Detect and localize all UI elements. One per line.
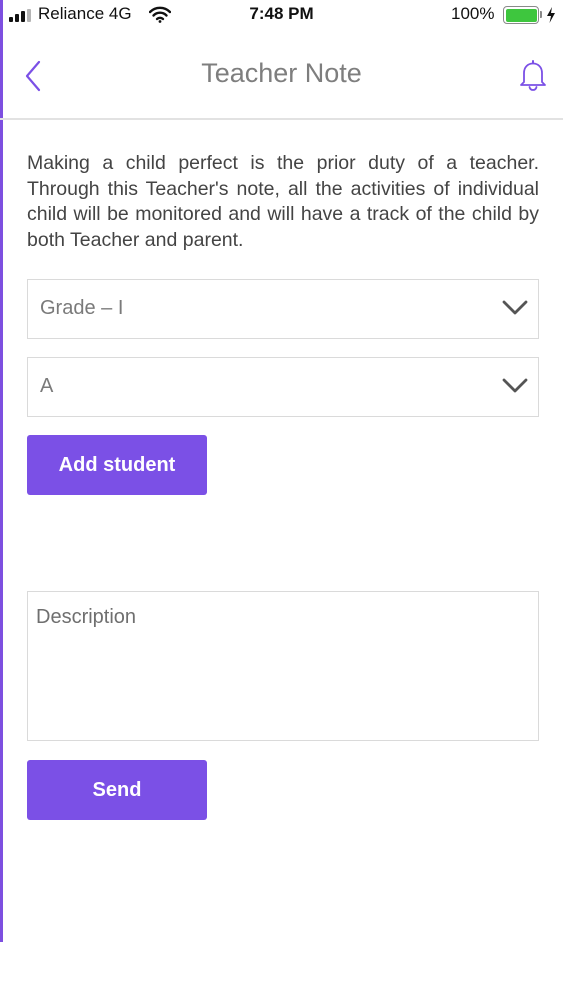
left-edge-accent bbox=[0, 0, 3, 942]
status-bar: Reliance 4G 7:48 PM 100% bbox=[0, 0, 563, 30]
description-field[interactable]: Description bbox=[27, 591, 539, 741]
battery-fill bbox=[505, 8, 537, 22]
add-student-button[interactable]: Add student bbox=[27, 435, 207, 495]
battery-cap bbox=[540, 11, 542, 18]
battery-percent: 100% bbox=[451, 4, 495, 23]
teacher-note-screen: Reliance 4G 7:48 PM 100% Teacher Note Ma… bbox=[0, 0, 563, 1000]
section-select-value: A bbox=[40, 375, 54, 397]
send-button[interactable]: Send bbox=[27, 760, 207, 820]
battery-icon bbox=[503, 6, 539, 24]
intro-text: Making a child perfect is the prior duty… bbox=[27, 152, 539, 251]
page-title: Teacher Note bbox=[201, 58, 362, 88]
app-header: Teacher Note bbox=[0, 40, 563, 120]
grade-select[interactable]: Grade – I bbox=[27, 279, 539, 339]
description-placeholder: Description bbox=[36, 606, 137, 628]
section-select[interactable]: A bbox=[27, 357, 539, 417]
bell-icon[interactable] bbox=[516, 58, 550, 92]
chevron-down-icon bbox=[502, 300, 528, 315]
chevron-down-icon bbox=[502, 378, 528, 393]
grade-select-value: Grade – I bbox=[40, 297, 124, 319]
charging-icon bbox=[547, 7, 555, 23]
